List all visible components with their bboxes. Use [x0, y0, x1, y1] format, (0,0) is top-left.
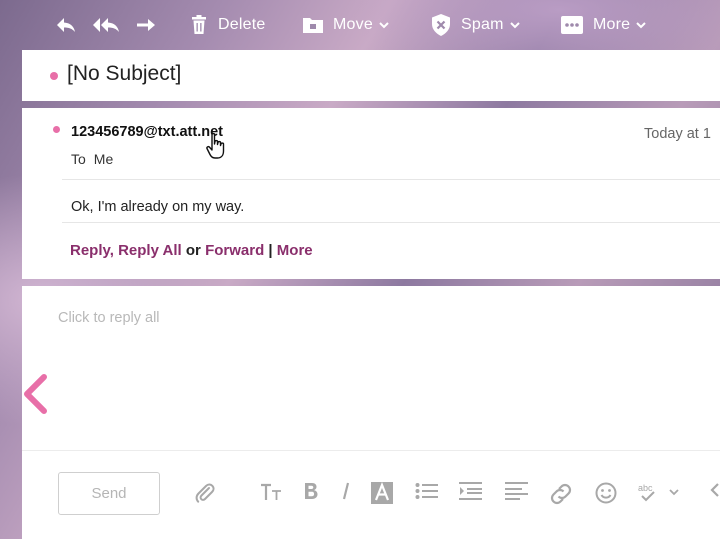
forward-icon [137, 19, 155, 31]
spam-button[interactable]: Spam [431, 0, 520, 50]
divider [62, 222, 720, 223]
to-label: To [71, 151, 86, 167]
indent-button[interactable] [459, 482, 483, 500]
shield-icon [432, 14, 450, 36]
subject-panel: [No Subject] [22, 50, 720, 101]
more-label: More [593, 16, 631, 33]
message-toolbar: Delete Move Spam More [0, 0, 720, 50]
reply-icon [57, 18, 75, 32]
svg-text:abc: abc [638, 483, 653, 493]
message-body: Ok, I'm already on my way. [71, 199, 245, 215]
reply-all-link[interactable]: Reply All [118, 242, 182, 259]
align-button[interactable] [505, 482, 529, 500]
reply-link[interactable]: Reply, [70, 242, 114, 259]
font-size-icon [261, 483, 281, 500]
chevron-down-icon [636, 21, 646, 28]
spellcheck-icon: abc [638, 483, 679, 502]
message-date: Today at 1 [644, 126, 711, 142]
forward-button[interactable] [135, 0, 157, 50]
folder-icon [303, 18, 323, 33]
reply-button[interactable] [55, 0, 77, 50]
bullet-list-icon [415, 483, 438, 499]
or-text: or [185, 242, 201, 259]
emoji-button[interactable] [595, 482, 617, 504]
spam-label: Spam [461, 16, 504, 33]
hand-cursor-icon [205, 132, 227, 165]
message-actions: Reply, Reply All or Forward | More [70, 242, 313, 259]
more-format-button[interactable] [710, 482, 720, 498]
sender-dot [53, 126, 60, 133]
bold-button[interactable] [303, 482, 319, 500]
forward-link[interactable]: Forward [205, 242, 264, 259]
trash-icon [192, 15, 206, 34]
send-button[interactable]: Send [58, 472, 160, 515]
move-label: Move [333, 16, 373, 33]
delete-label: Delete [218, 16, 266, 33]
delete-button[interactable]: Delete [190, 0, 265, 50]
attach-button[interactable] [194, 482, 216, 504]
more-dots-icon [561, 16, 583, 34]
align-icon [505, 482, 528, 500]
chevron-down-icon [509, 21, 520, 28]
text-color-icon [371, 482, 393, 504]
previous-message-button[interactable] [22, 374, 48, 419]
message-panel: 123456789@txt.att.net Today at 1 To Me Ok… [22, 108, 720, 279]
text-color-button[interactable] [371, 482, 393, 504]
reply-all-button[interactable] [93, 0, 121, 50]
divider [62, 179, 720, 180]
spellcheck-button[interactable]: abc [638, 482, 680, 502]
chevron-down-icon [379, 21, 389, 28]
reply-all-input[interactable]: Click to reply all [58, 310, 160, 326]
separator-pipe: | [268, 242, 273, 259]
more-actions-link[interactable]: More [277, 242, 313, 259]
insert-link-button[interactable] [549, 482, 573, 506]
more-button[interactable]: More [561, 0, 646, 50]
chevron-left-icon [24, 374, 47, 414]
indent-icon [459, 482, 482, 500]
reply-all-icon [93, 18, 119, 32]
move-button[interactable]: Move [303, 0, 389, 50]
font-size-button[interactable] [260, 482, 282, 502]
recipient-line: To Me [71, 151, 113, 167]
emoji-icon [595, 482, 617, 504]
bold-icon [305, 483, 318, 499]
link-icon [550, 483, 572, 505]
sender-address[interactable]: 123456789@txt.att.net [71, 124, 223, 140]
italic-icon [342, 482, 350, 500]
chevron-left-icon [710, 483, 719, 497]
reply-panel: Click to reply all Send abc [22, 286, 720, 539]
recipient-name[interactable]: Me [94, 151, 113, 167]
compose-divider [22, 450, 720, 451]
unread-dot [50, 72, 58, 80]
subject-title: [No Subject] [67, 62, 182, 85]
italic-button[interactable] [340, 482, 352, 500]
paperclip-icon [195, 483, 215, 503]
bullet-list-button[interactable] [415, 482, 439, 500]
